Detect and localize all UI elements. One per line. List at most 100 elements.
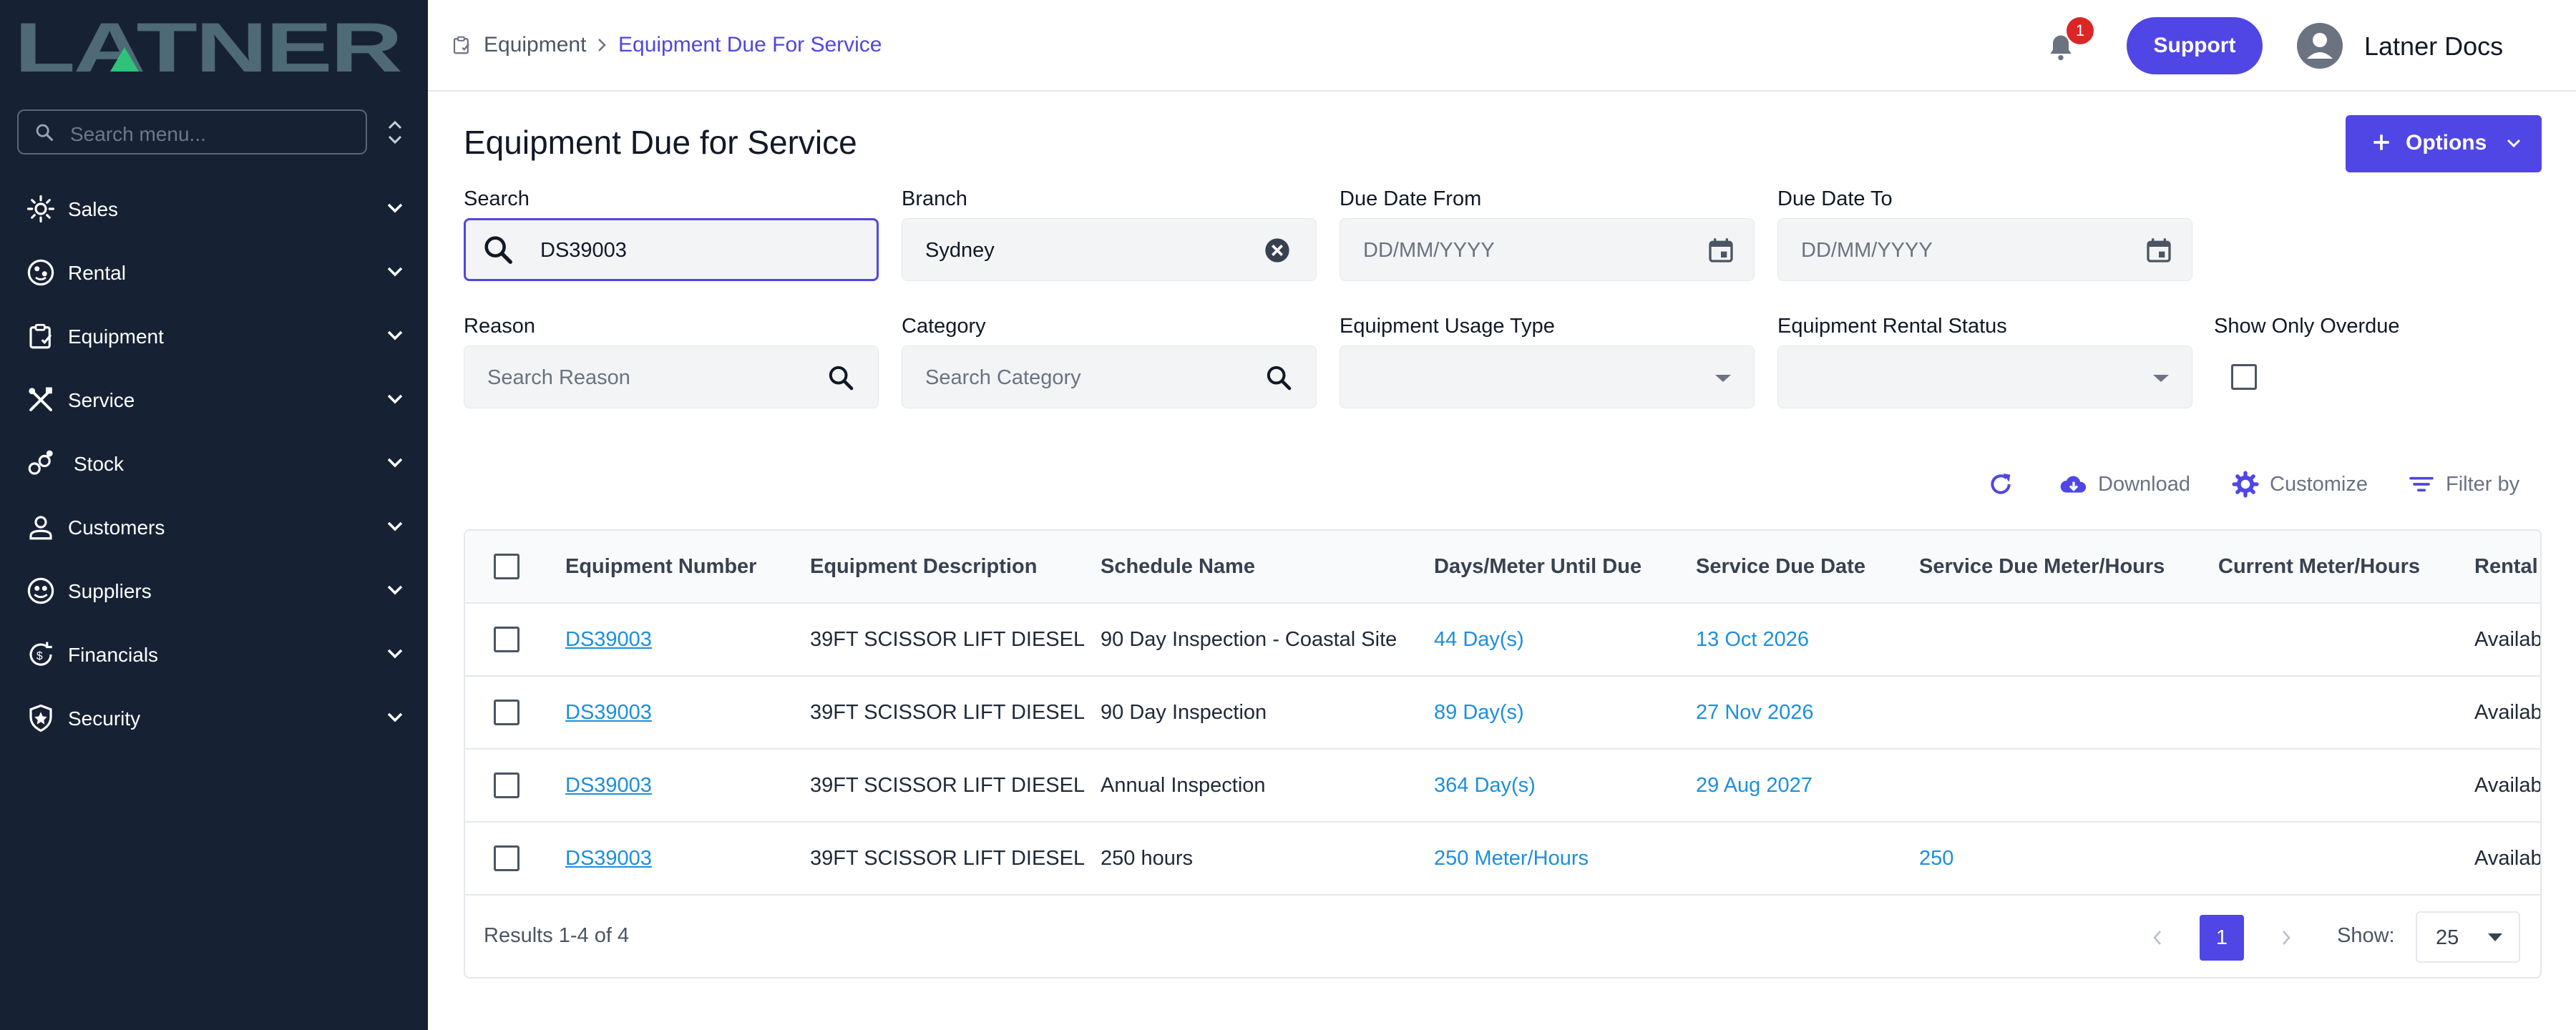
due-date-from-field[interactable]: DD/MM/YYYY [1340,218,1755,281]
equipment-description: 39FT SCISSOR LIFT DIESEL [810,774,1085,797]
table-row[interactable]: DS39003 39FT SCISSOR LIFT DIESEL 90 Day … [465,604,2540,677]
sidebar-search-placeholder: Search menu... [70,123,206,145]
clear-icon[interactable] [1263,236,1292,265]
search-label: Search [464,187,530,210]
collapse-menu-icon[interactable] [385,117,405,148]
equipment-number-link[interactable]: DS39003 [565,701,652,725]
sidebar-item-financials[interactable]: $ Financials [0,622,428,686]
search-icon[interactable] [1264,363,1293,392]
sidebar-item-label: Customers [68,516,165,539]
schedule-name: Annual Inspection [1101,774,1266,797]
latner-logo[interactable]: LATNER [13,16,403,77]
column-header[interactable]: Schedule Name [1101,555,1255,579]
breadcrumb-equipment[interactable]: Equipment [484,33,586,57]
chevron-down-icon [387,458,403,468]
customize-button[interactable]: Customize [2231,466,2368,502]
column-header[interactable]: Service Due Date [1696,555,1865,579]
refresh-button[interactable] [1986,466,2015,502]
usage-type-select[interactable] [1340,345,1755,408]
select-all-checkbox[interactable] [494,554,519,579]
page-button-current[interactable]: 1 [2200,915,2244,961]
schedule-name: 90 Day Inspection - Coastal Site [1101,628,1397,651]
table-row[interactable]: DS39003 39FT SCISSOR LIFT DIESEL Annual … [465,750,2540,823]
branch-label: Branch [902,187,967,210]
page-size-value: 25 [2436,926,2459,949]
filter-by-label: Filter by [2446,472,2520,496]
column-header[interactable]: Days/Meter Until Due [1434,555,1641,579]
sidebar-item-service[interactable]: Service [0,368,428,431]
user-name[interactable]: Latner Docs [2364,31,2503,62]
category-field[interactable]: Search Category [902,345,1317,408]
chevron-down-icon [387,521,403,531]
sidebar-item-customers[interactable]: Customers [0,495,428,559]
rental-status: Availab [2474,774,2542,797]
equipment-table: Equipment Number Equipment Description S… [464,529,2542,978]
search-icon[interactable] [826,363,855,392]
due-date-to-field[interactable]: DD/MM/YYYY [1777,218,2192,281]
sidebar-item-rental[interactable]: Rental [0,240,428,304]
search-icon [36,124,54,142]
rental-status-select[interactable] [1777,345,2192,408]
support-button[interactable]: Support [2127,17,2263,74]
options-button[interactable]: Options [2346,115,2542,172]
stock-icon [28,450,53,475]
sidebar-nav: Sales Rental Equipment Service Stock Cus… [0,177,428,750]
breadcrumb-current[interactable]: Equipment Due For Service [618,33,882,57]
column-header[interactable]: Rental [2474,555,2538,579]
sidebar-item-equipment[interactable]: Equipment [0,304,428,368]
row-checkbox[interactable] [494,772,519,798]
chevron-down-icon [387,712,403,722]
chevron-down-icon [2507,139,2521,148]
column-header[interactable]: Service Due Meter/Hours [1919,555,2165,579]
financials-icon: $ [29,642,52,666]
chevron-down-icon [387,267,403,277]
usage-type-label: Equipment Usage Type [1340,315,1555,338]
equipment-number-link[interactable]: DS39003 [565,774,652,798]
notification-badge: 1 [2067,17,2094,44]
equipment-number-link[interactable]: DS39003 [565,847,652,870]
sidebar-item-stock[interactable]: Stock [0,431,428,495]
column-header[interactable]: Equipment Number [565,555,756,579]
user-avatar-icon[interactable] [2297,23,2343,69]
search-input[interactable]: DS39003 [464,218,879,281]
sidebar-item-sales[interactable]: Sales [0,177,428,240]
equipment-description: 39FT SCISSOR LIFT DIESEL [810,701,1085,724]
chevron-left-icon[interactable] [2150,927,2165,948]
table-row[interactable]: DS39003 39FT SCISSOR LIFT DIESEL 250 hou… [465,823,2540,896]
calendar-icon[interactable] [1707,236,1735,265]
sidebar-item-security[interactable]: Security [0,686,428,750]
branch-field[interactable]: Sydney [902,218,1317,281]
equipment-number-link[interactable]: DS39003 [565,628,652,652]
schedule-name: 90 Day Inspection [1101,701,1267,724]
table-row[interactable]: DS39003 39FT SCISSOR LIFT DIESEL 90 Day … [465,677,2540,750]
caret-down-icon [2488,933,2502,941]
column-header[interactable]: Current Meter/Hours [2218,555,2420,579]
refresh-icon [1991,474,2011,494]
sidebar-item-label: Rental [68,262,126,284]
row-checkbox[interactable] [494,700,519,725]
rental-status-label: Equipment Rental Status [1777,315,2007,338]
shield-icon [29,704,52,732]
until-due: 89 Day(s) [1434,701,1524,724]
sidebar-item-label: Sales [68,198,119,220]
chevron-down-icon [387,394,403,404]
sidebar-item-suppliers[interactable]: Suppliers [0,559,428,622]
row-checkbox[interactable] [494,845,519,871]
search-icon [484,236,512,264]
rental-status: Availab [2474,847,2542,870]
equipment-description: 39FT SCISSOR LIFT DIESEL [810,628,1085,651]
row-checkbox[interactable] [494,627,519,652]
calendar-icon[interactable] [2145,236,2173,265]
plus-icon [2373,134,2389,150]
overdue-checkbox[interactable] [2231,364,2257,390]
sidebar-search-input[interactable]: Search menu... [17,109,367,154]
download-button[interactable]: Download [2059,466,2190,502]
column-header[interactable]: Equipment Description [810,555,1037,579]
reason-field[interactable]: Search Reason [464,345,879,408]
chevron-right-icon[interactable] [2278,927,2294,948]
chevron-down-icon [387,649,403,659]
service-due-meter: 250 [1919,847,1954,870]
page-size-select[interactable]: 25 [2416,911,2520,963]
filter-by-button[interactable]: Filter by [2407,466,2519,502]
reason-label: Reason [464,315,535,338]
